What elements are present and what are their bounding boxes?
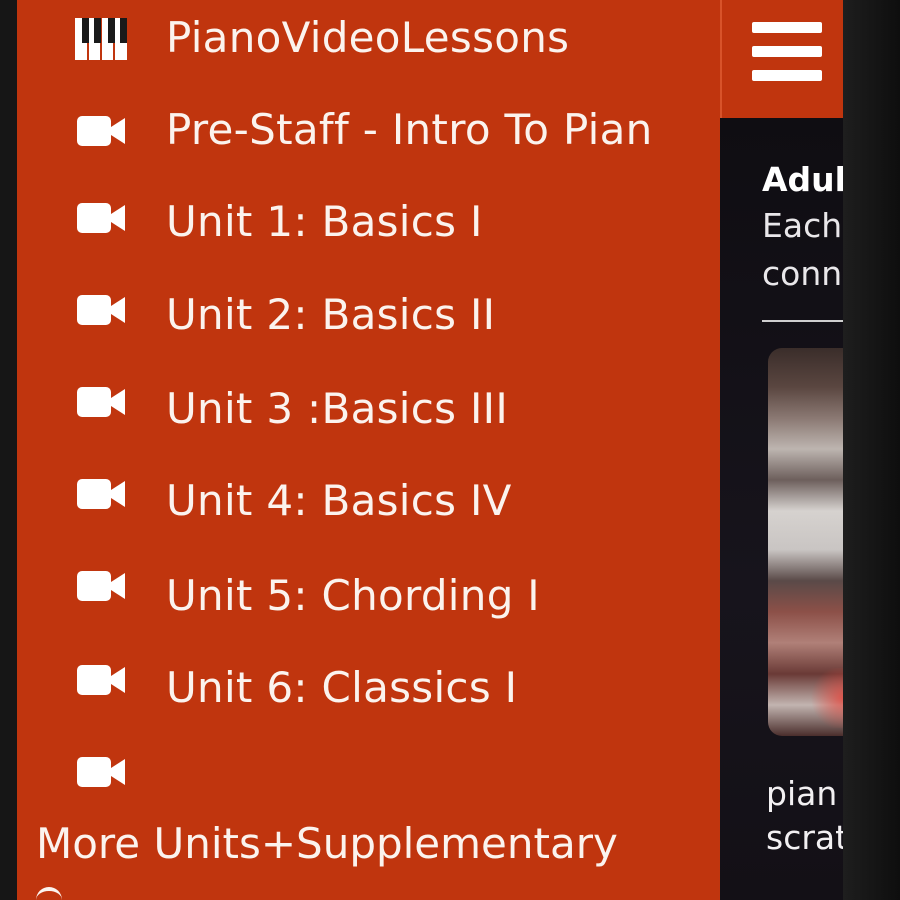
menu-item-unit-3[interactable]: Unit 3 :Basics III	[17, 362, 720, 448]
video-camera-icon	[75, 381, 127, 427]
video-camera-icon	[75, 659, 127, 705]
menu-item-unit-6[interactable]: Unit 6: Classics I	[17, 639, 720, 725]
menu-item-unit-2[interactable]: Unit 2: Basics II	[17, 270, 720, 356]
content-divider	[762, 320, 843, 322]
menu-label-unit-6: Unit 6: Classics I	[166, 663, 518, 712]
menu-label-unit-4: Unit 4: Basics IV	[166, 476, 512, 525]
video-caption-line[interactable]: scrat	[766, 818, 843, 858]
video-thumbnail[interactable]	[768, 348, 843, 736]
menu-label-unit-1: Unit 1: Basics I	[166, 197, 483, 246]
main-content: Adul Each conn pian scrat	[720, 118, 843, 900]
menu-label-unit-2: Unit 2: Basics II	[166, 290, 496, 339]
video-camera-icon	[75, 289, 127, 335]
hamburger-menu-icon[interactable]	[752, 22, 822, 84]
content-text-line: Each	[762, 206, 843, 245]
content-text-line: conn	[762, 254, 843, 293]
video-camera-icon	[75, 473, 127, 519]
menu-label-piano-video-lessons: PianoVideoLessons	[166, 13, 570, 62]
menu-item-unit-4[interactable]: Unit 4: Basics IV	[17, 455, 720, 541]
menu-item-pre-staff[interactable]: Pre-Staff - Intro To Pian	[17, 86, 720, 172]
video-caption-line[interactable]: pian	[766, 774, 837, 814]
piano-keys-icon	[75, 16, 127, 62]
side-drawer: PianoVideoLessons Pre-Staff - Intro To P…	[17, 0, 720, 900]
left-edge	[0, 0, 17, 900]
top-header	[720, 0, 843, 118]
menu-item-more-units[interactable]	[17, 731, 720, 900]
content-heading: Adul	[762, 160, 843, 199]
menu-label-unit-3: Unit 3 :Basics III	[166, 384, 509, 433]
menu-item-piano-video-lessons[interactable]: PianoVideoLessons	[17, 0, 720, 86]
video-camera-icon	[75, 565, 127, 611]
menu-item-unit-5[interactable]: Unit 5: Chording I	[17, 547, 720, 633]
right-edge	[843, 0, 900, 900]
thumbnail-highlight	[808, 668, 843, 728]
menu-item-unit-1[interactable]: Unit 1: Basics I	[17, 178, 720, 264]
video-camera-icon	[75, 751, 127, 797]
menu-label-more-units: More Units+Supplementary	[36, 819, 618, 868]
menu-label-pre-staff: Pre-Staff - Intro To Pian	[166, 105, 653, 154]
video-camera-icon	[75, 197, 127, 243]
video-camera-icon	[75, 110, 127, 156]
menu-label-unit-5: Unit 5: Chording I	[166, 571, 540, 620]
page: PianoVideoLessons Pre-Staff - Intro To P…	[0, 0, 900, 900]
